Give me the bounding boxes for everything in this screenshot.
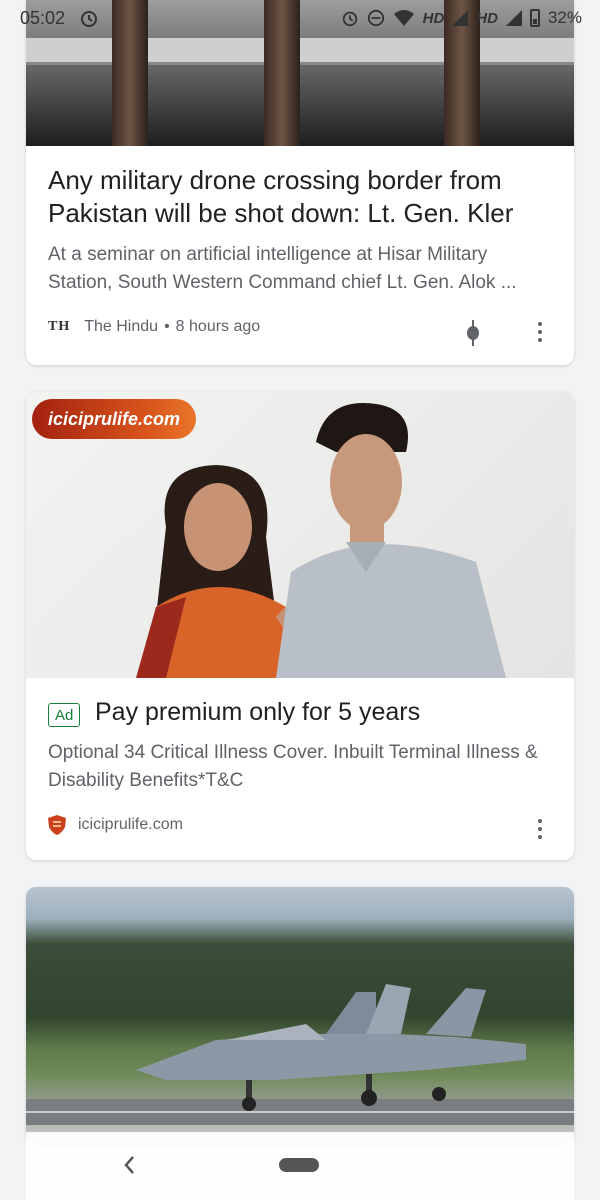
more-options-icon[interactable] — [530, 320, 550, 344]
fighter-jets-on-runway-image — [26, 887, 574, 1147]
status-bar: 05:02 HD HD 32% — [0, 0, 600, 36]
ad-source-row: iciciprulife.com — [48, 815, 183, 835]
more-options-icon[interactable] — [530, 817, 550, 841]
home-gesture-pill[interactable] — [279, 1158, 319, 1172]
ad-brand-pill: iciciprulife.com — [32, 399, 197, 439]
battery-icon — [529, 9, 540, 27]
news-source-row: TH The Hindu • 8 hours ago — [48, 318, 260, 336]
news-card[interactable]: Any military drone crossing border from … — [26, 0, 574, 365]
couple-advertisement-image: iciciprulife.com — [26, 392, 574, 678]
do-not-disturb-icon — [367, 9, 384, 27]
news-snippet: At a seminar on artificial intelligence … — [48, 244, 517, 293]
alarm-icon — [81, 11, 98, 27]
signal-icon — [452, 10, 469, 26]
battery-level: 32% — [547, 8, 582, 27]
full-coverage-icon[interactable] — [465, 320, 481, 346]
advertiser-name[interactable]: iciciprulife.com — [78, 816, 183, 834]
network-label: HD — [476, 9, 498, 27]
advertiser-logo-icon — [48, 815, 66, 835]
source-name[interactable]: The Hindu — [84, 318, 158, 336]
system-navigation-bar — [26, 1132, 574, 1200]
man-figure — [276, 403, 506, 678]
signal-icon — [505, 10, 522, 26]
wifi-icon — [393, 10, 414, 26]
news-headline[interactable]: Any military drone crossing border from … — [48, 164, 548, 230]
time-ago: 8 hours ago — [175, 318, 261, 335]
ad-card[interactable]: iciciprulife.com Ad Pay premium only for… — [26, 392, 574, 860]
ad-title[interactable]: Pay premium only for 5 years — [95, 698, 420, 727]
separator-dot: • — [164, 318, 170, 335]
source-logo: TH — [48, 319, 71, 334]
back-arrow-icon[interactable] — [122, 1154, 136, 1176]
network-label: HD — [422, 9, 445, 27]
fighter-jet-shape — [136, 984, 526, 1111]
news-card[interactable] — [26, 887, 574, 1147]
alarm-icon — [342, 11, 357, 27]
ad-description: Optional 34 Critical Illness Cover. Inbu… — [48, 742, 538, 791]
rack-shelf — [26, 38, 574, 65]
clock: 05:02 — [20, 7, 66, 28]
ad-badge: Ad — [48, 703, 81, 727]
